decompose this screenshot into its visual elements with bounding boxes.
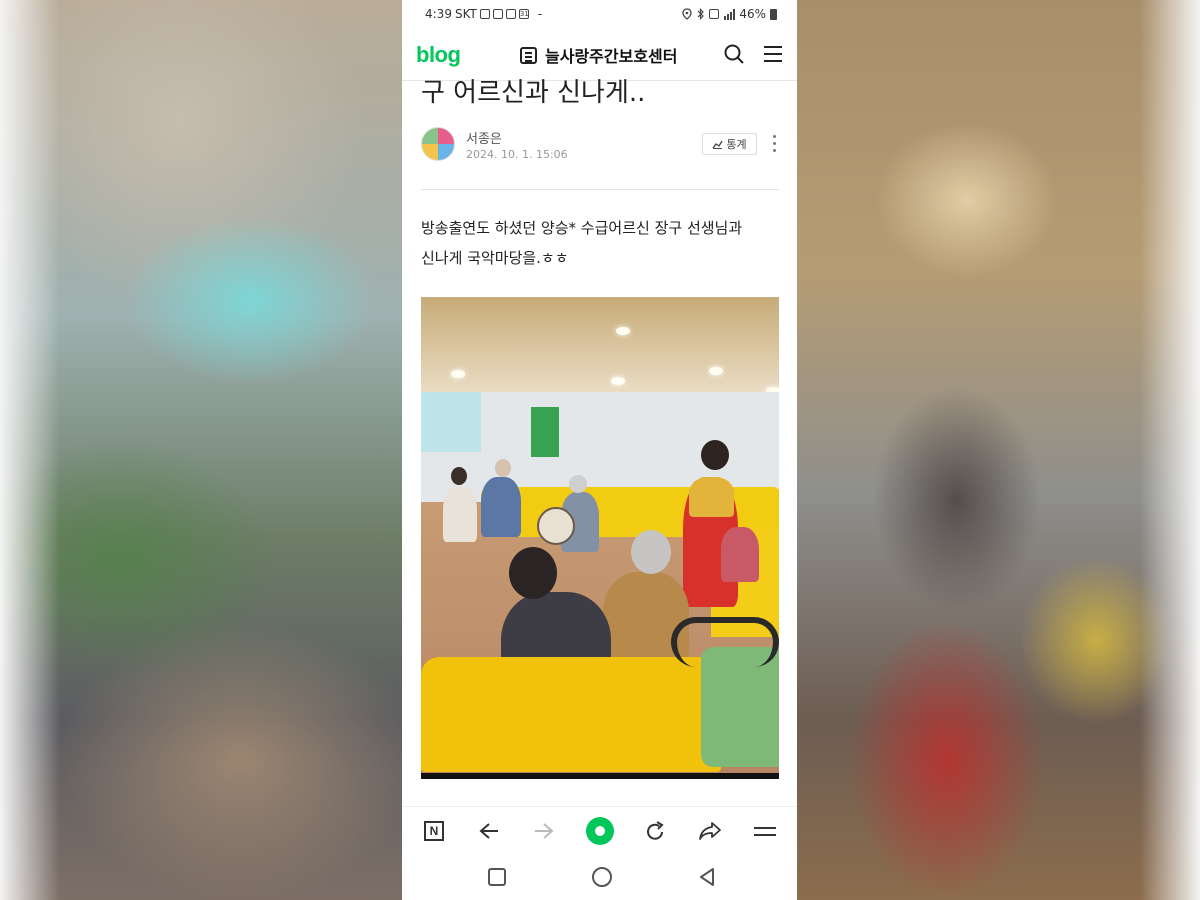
menu-icon[interactable]: [764, 46, 782, 62]
android-nav-bar: [402, 855, 797, 900]
author-row: 서종은 2024. 10. 1. 15:06 통계: [421, 127, 781, 167]
refresh-icon[interactable]: [644, 821, 666, 843]
bluetooth-icon: [697, 8, 705, 20]
calendar-icon: 31: [518, 9, 529, 19]
avatar[interactable]: [421, 127, 455, 161]
post-photo[interactable]: [421, 297, 779, 779]
blog-name: 늘사랑주간보호센터: [545, 47, 678, 66]
status-time: 4:39: [425, 7, 452, 21]
browser-toolbar: N: [402, 806, 797, 855]
naver-n-icon[interactable]: N: [424, 821, 444, 841]
message-icon: [479, 9, 490, 19]
app-icon: [505, 9, 516, 19]
home-icon[interactable]: [592, 867, 612, 887]
stats-label: 통계: [726, 138, 747, 151]
wifi-icon: [709, 9, 720, 19]
signal-icon: [724, 8, 736, 20]
recent-apps-icon[interactable]: [488, 868, 506, 886]
battery-icon: [770, 8, 777, 20]
notification-icon: [492, 9, 503, 19]
blog-logo[interactable]: blog: [416, 42, 461, 68]
more-options-icon[interactable]: [773, 135, 777, 153]
blog-title-link[interactable]: 늘사랑주간보호센터: [520, 43, 677, 67]
post-title: 구 어르신과 신나게..: [421, 78, 646, 108]
share-icon[interactable]: [698, 821, 722, 841]
post-date: 2024. 10. 1. 15:06: [466, 148, 568, 161]
background-edge-left: [0, 0, 60, 900]
chart-icon: [712, 140, 723, 149]
search-icon[interactable]: [724, 44, 744, 64]
back-icon[interactable]: [698, 867, 716, 887]
background-edge-right: [1140, 0, 1200, 900]
post-body: 방송출연도 하셨던 양승* 수급어르신 장구 선생님과 신나게 국악마당을.ㅎㅎ: [421, 213, 781, 273]
battery-percent: 46%: [739, 7, 766, 21]
stats-button[interactable]: 통계: [702, 133, 757, 155]
post-body-line-2: 신나게 국악마당을.ㅎㅎ: [421, 249, 569, 267]
divider: [421, 189, 779, 190]
status-bar: 4:39 SKT 31 - 46%: [402, 0, 797, 30]
post-body-line-1: 방송출연도 하셨던 양승* 수급어르신 장구 선생님과: [421, 219, 743, 237]
green-home-icon[interactable]: [586, 817, 614, 845]
back-arrow-icon[interactable]: [478, 821, 500, 841]
hamburger-icon[interactable]: [754, 827, 776, 841]
status-carrier: SKT: [454, 7, 477, 21]
location-icon: [682, 8, 692, 20]
more-notifications-icon: -: [537, 7, 543, 21]
forward-arrow-icon[interactable]: [533, 821, 555, 841]
author-name[interactable]: 서종은: [466, 128, 502, 147]
blurred-background-left: [0, 0, 402, 900]
phone-screen: 4:39 SKT 31 - 46% blog 늘사랑주간보호센터 구 어르신과 …: [402, 0, 797, 900]
list-icon: [520, 46, 537, 64]
